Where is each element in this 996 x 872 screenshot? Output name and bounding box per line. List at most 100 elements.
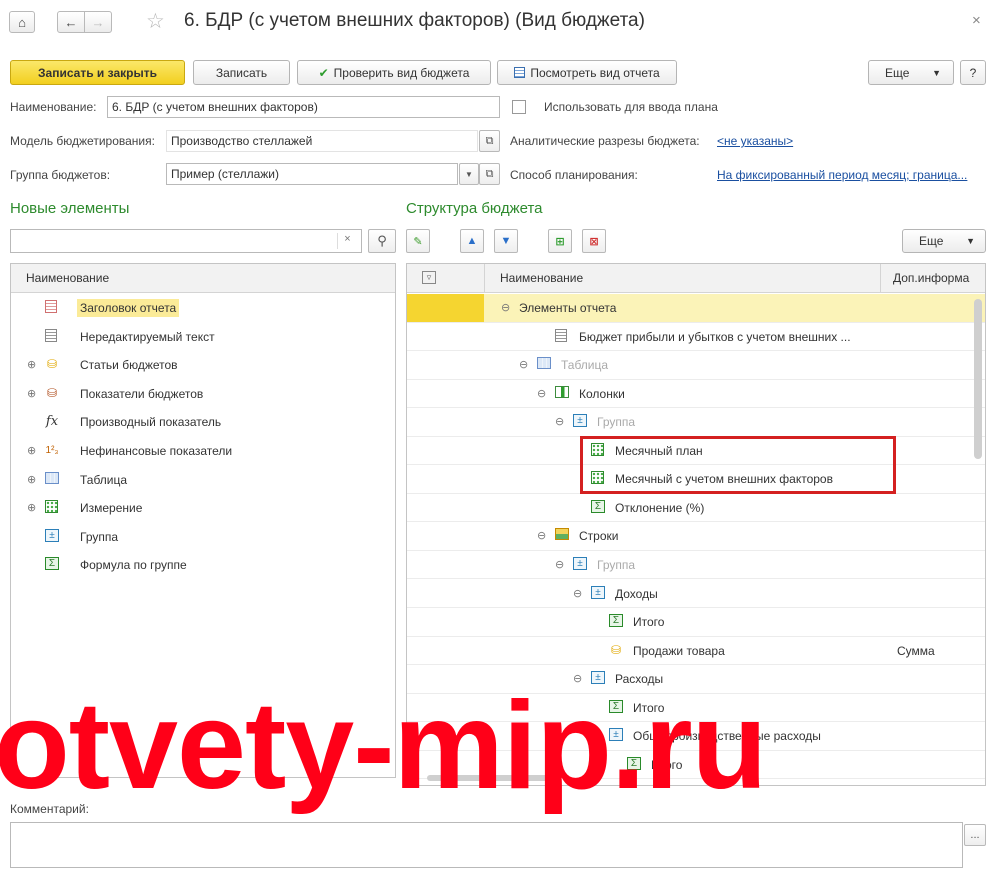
close-icon[interactable]: × xyxy=(972,12,981,29)
collapse-icon[interactable]: ⊖ xyxy=(537,387,546,400)
model-open-button[interactable]: ⧉ xyxy=(479,130,500,152)
report-icon xyxy=(514,67,526,78)
budget-structure-title: Структура бюджета xyxy=(406,200,543,217)
checkmark-icon: ✔ xyxy=(318,65,329,80)
tree-row[interactable]: ⊖ Таблица xyxy=(407,351,985,380)
check-budget-button[interactable]: ✔ Проверить вид бюджета xyxy=(297,60,491,85)
more-button[interactable]: Еще ▼ xyxy=(868,60,954,85)
comment-expand-button[interactable]: ... xyxy=(964,824,986,846)
expand-icon[interactable]: ⊕ xyxy=(27,387,36,400)
column-header-name[interactable]: Наименование xyxy=(26,271,109,285)
save-button[interactable]: Записать xyxy=(193,60,290,85)
forward-button[interactable]: → xyxy=(84,11,112,33)
comment-input[interactable] xyxy=(10,822,963,868)
vertical-scrollbar[interactable] xyxy=(974,299,982,459)
tree-row-label: Группа xyxy=(597,415,636,430)
tree-row[interactable]: ⊖ Колонки xyxy=(407,380,985,409)
group-input[interactable]: Пример (стеллажи) xyxy=(166,163,458,185)
list-item[interactable]: ⊕ Измерение xyxy=(11,494,395,523)
formula-fx-icon: fx xyxy=(45,413,59,429)
collapse-icon[interactable]: ⊖ xyxy=(501,301,510,314)
more-label: Еще xyxy=(885,65,910,80)
sum-icon: Σ xyxy=(45,557,59,571)
tree-row-label: Отклонение (%) xyxy=(615,500,705,515)
budget-items-icon: ⛁ xyxy=(46,357,58,372)
tree-row[interactable]: ⊖ ± Доходы xyxy=(407,580,985,608)
list-item[interactable]: fx Производный показатель xyxy=(11,408,395,437)
table-icon xyxy=(45,471,59,484)
name-input[interactable]: 6. БДР (с учетом внешних факторов) xyxy=(107,96,500,118)
list-item[interactable]: ⊕ Таблица xyxy=(11,466,395,495)
search-input[interactable] xyxy=(10,229,362,253)
group-dropdown-button[interactable]: ▼ xyxy=(459,163,479,185)
structure-more-button[interactable]: Еще ▼ xyxy=(902,229,986,253)
tree-row[interactable]: Σ Итого xyxy=(407,608,985,637)
column-header-extra[interactable]: Доп.информа xyxy=(893,271,975,285)
tree-row-label: Продажи товара xyxy=(633,643,725,658)
save-close-button[interactable]: Записать и закрыть xyxy=(10,60,185,85)
expand-icon[interactable]: ⊕ xyxy=(27,444,36,457)
delete-element-button[interactable]: ⊠ xyxy=(582,229,606,253)
move-up-button[interactable]: ▲ xyxy=(460,229,484,253)
list-item[interactable]: ⊕ 1²₃ Нефинансовые показатели xyxy=(11,437,395,466)
collapse-icon[interactable]: ⊖ xyxy=(555,415,564,428)
list-item[interactable]: Нередактируемый текст xyxy=(11,323,395,352)
list-item[interactable]: Заголовок отчета xyxy=(11,294,395,323)
list-item[interactable]: Σ Формула по группе xyxy=(11,551,395,580)
collapse-icon[interactable]: ⊖ xyxy=(537,529,546,542)
list-item[interactable]: ⊕ ⛁ Показатели бюджетов xyxy=(11,380,395,409)
title-bar: ⌂ ← → ☆ 6. БДР (с учетом внешних факторо… xyxy=(0,0,996,44)
star-icon[interactable]: ☆ xyxy=(146,9,165,34)
analytics-link[interactable]: <не указаны> xyxy=(717,134,793,148)
search-icon: ⚲ xyxy=(377,233,387,248)
tree-row[interactable]: ⊖ Строки xyxy=(407,522,985,551)
model-input[interactable]: Производство стеллажей xyxy=(166,130,478,152)
expand-icon[interactable]: ⊕ xyxy=(27,358,36,371)
list-item-label: Таблица xyxy=(80,472,128,487)
tree-header: ▿ Наименование Доп.информа xyxy=(407,264,985,293)
dropdown-arrow-icon: ▼ xyxy=(966,236,975,246)
tree-row[interactable]: ⛁ Продажи товара Сумма xyxy=(407,637,985,666)
new-elements-title: Новые элементы xyxy=(10,200,130,217)
help-button[interactable]: ? xyxy=(960,60,986,85)
column-header-name[interactable]: Наименование xyxy=(500,271,583,285)
filter-icon[interactable]: ▿ xyxy=(422,271,436,284)
use-for-plan-checkbox[interactable] xyxy=(512,100,526,114)
view-report-button[interactable]: Посмотреть вид отчета xyxy=(497,60,677,85)
planning-link[interactable]: На фиксированный период месяц; граница..… xyxy=(717,168,967,182)
list-item-label: Статьи бюджетов xyxy=(80,358,178,373)
nonfinancial-icon: 1²₃ xyxy=(45,444,59,456)
list-item[interactable]: ± Группа xyxy=(11,523,395,552)
watermark-text: otvety-mip.ru xyxy=(0,677,767,815)
list-header: Наименование xyxy=(11,264,395,293)
back-button[interactable]: ← xyxy=(57,11,85,33)
tree-row-label: Колонки xyxy=(579,386,625,401)
move-down-button[interactable]: ▼ xyxy=(494,229,518,253)
tree-row[interactable]: ⊖ ± Группа xyxy=(407,408,985,437)
search-button[interactable]: ⚲ xyxy=(368,229,396,253)
group-icon: ± xyxy=(591,585,605,599)
tree-row-label: Группа xyxy=(597,557,636,572)
planning-label: Способ планирования: xyxy=(510,168,638,182)
tree-row[interactable]: Бюджет прибыли и убытков с учетом внешни… xyxy=(407,323,985,352)
arrow-up-icon: ▲ xyxy=(466,235,478,247)
tree-row[interactable]: ⊖ ± Группа xyxy=(407,551,985,580)
expand-icon[interactable]: ⊕ xyxy=(27,501,36,514)
structure-more-label: Еще xyxy=(919,234,944,248)
sum-icon: Σ xyxy=(609,614,623,628)
collapse-icon[interactable]: ⊖ xyxy=(555,558,564,571)
home-button[interactable]: ⌂ xyxy=(9,11,35,33)
column-divider xyxy=(880,264,881,293)
clear-search-icon[interactable]: × xyxy=(337,233,357,249)
report-header-icon xyxy=(45,300,57,313)
add-element-button[interactable]: ⊞ xyxy=(548,229,572,253)
list-item[interactable]: ⊕ ⛁ Статьи бюджетов xyxy=(11,351,395,380)
edit-button[interactable]: ✎ xyxy=(406,229,430,253)
tree-row[interactable]: Σ Отклонение (%) xyxy=(407,494,985,523)
collapse-icon[interactable]: ⊖ xyxy=(573,587,582,600)
expand-icon[interactable]: ⊕ xyxy=(27,473,36,486)
tree-row[interactable]: ⊖ Элементы отчета xyxy=(407,294,985,323)
page-title: 6. БДР (с учетом внешних факторов) (Вид … xyxy=(184,10,645,31)
group-open-button[interactable]: ⧉ xyxy=(479,163,500,185)
collapse-icon[interactable]: ⊖ xyxy=(519,358,528,371)
